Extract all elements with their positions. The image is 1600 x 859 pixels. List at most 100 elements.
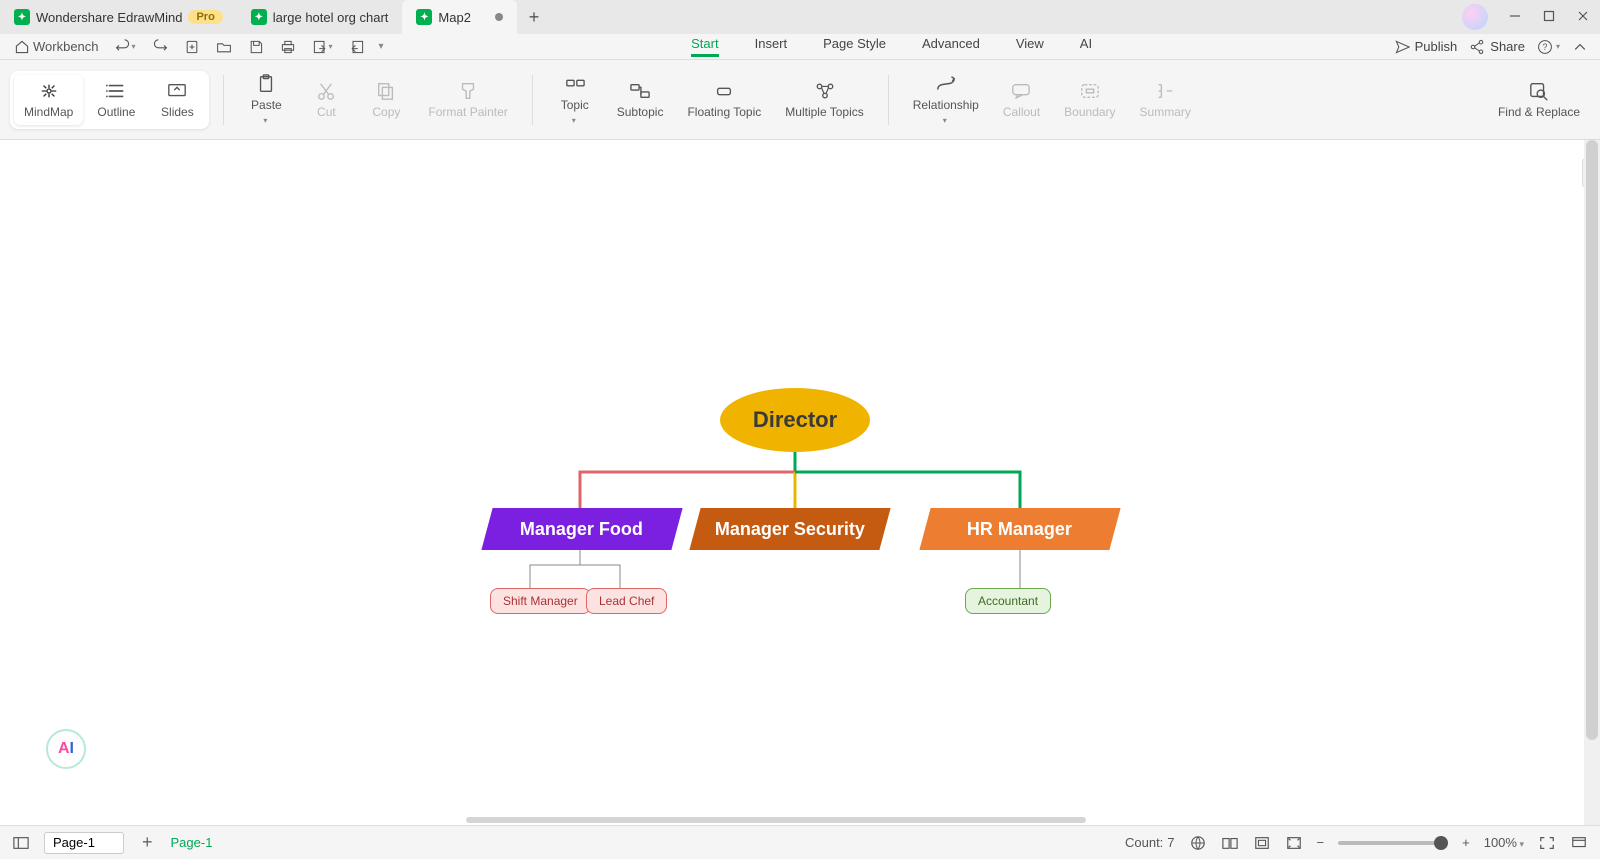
canvas[interactable]: Director Manager Food Manager Security H… <box>0 140 1584 825</box>
chevron-down-icon: ▾ <box>572 116 576 125</box>
subtopic-button[interactable]: Subtopic <box>607 75 674 125</box>
menu-page-style[interactable]: Page Style <box>823 36 886 57</box>
boundary-button[interactable]: Boundary <box>1054 75 1125 125</box>
zoom-slider[interactable] <box>1338 841 1448 845</box>
node-hr-manager[interactable]: HR Manager <box>919 508 1120 550</box>
relationship-button[interactable]: Relationship ▾ <box>903 68 989 131</box>
mode-mindmap[interactable]: MindMap <box>14 75 83 125</box>
zoom-level[interactable]: 100% <box>1484 835 1524 850</box>
share-button[interactable]: Share <box>1469 39 1525 55</box>
maximize-button[interactable] <box>1532 10 1566 25</box>
user-avatar[interactable] <box>1462 4 1488 30</box>
page-tab[interactable]: Page-1 <box>171 835 213 850</box>
print-button[interactable] <box>274 39 302 55</box>
menu-bar: Workbench ▾ ▾ ▾ Start Insert Page Style … <box>0 34 1600 60</box>
btn-label: Summary <box>1140 105 1191 119</box>
close-button[interactable] <box>1566 10 1600 25</box>
summary-button[interactable]: Summary <box>1130 75 1201 125</box>
btn-label: Format Painter <box>428 105 507 119</box>
menu-advanced[interactable]: Advanced <box>922 36 980 57</box>
node-label: Lead Chef <box>599 594 654 608</box>
scrollbar-thumb[interactable] <box>1586 140 1598 740</box>
publish-button[interactable]: Publish <box>1394 39 1458 55</box>
save-button[interactable] <box>242 39 270 55</box>
import-button[interactable] <box>343 39 371 55</box>
undo-button[interactable]: ▾ <box>109 39 142 55</box>
node-shift-manager[interactable]: Shift Manager <box>490 588 591 614</box>
menu-view[interactable]: View <box>1016 36 1044 57</box>
print-icon <box>280 39 296 55</box>
tab-label: Map2 <box>438 10 471 25</box>
new-file-button[interactable] <box>178 39 206 55</box>
floating-topic-icon <box>713 81 735 101</box>
slider-knob[interactable] <box>1434 836 1448 850</box>
multiple-topics-icon <box>814 81 836 101</box>
page-selector[interactable]: Page-1 <box>44 832 124 854</box>
mode-outline[interactable]: Outline <box>87 75 145 125</box>
callout-icon <box>1010 81 1032 101</box>
export-icon <box>312 39 328 55</box>
zoom-in-button[interactable]: + <box>1462 835 1470 850</box>
vertical-scrollbar[interactable] <box>1584 140 1600 825</box>
subtopic-icon <box>629 81 651 101</box>
node-label: Shift Manager <box>503 594 578 608</box>
document-tab[interactable]: ✦ large hotel org chart <box>237 0 403 34</box>
page-panel-icon[interactable] <box>12 835 30 851</box>
present-icon[interactable] <box>1570 835 1588 851</box>
page-mode-icon[interactable] <box>1253 835 1271 851</box>
help-button[interactable]: ? ▾ <box>1537 39 1560 55</box>
open-file-button[interactable] <box>210 39 238 55</box>
app-logo-icon: ✦ <box>14 9 30 25</box>
chevron-down-icon: ▾ <box>263 116 267 125</box>
language-icon[interactable] <box>1189 835 1207 851</box>
node-manager-food[interactable]: Manager Food <box>481 508 682 550</box>
svg-text:?: ? <box>1543 42 1548 52</box>
mode-slides[interactable]: Slides <box>149 75 205 125</box>
tab-label: large hotel org chart <box>273 10 389 25</box>
chevron-up-icon <box>1572 39 1588 55</box>
zoom-out-button[interactable]: − <box>1317 835 1325 850</box>
callout-button[interactable]: Callout <box>993 75 1050 125</box>
node-manager-security[interactable]: Manager Security <box>689 508 890 550</box>
menu-right: Publish Share ? ▾ <box>1394 39 1592 55</box>
cut-button[interactable]: Cut <box>298 75 354 125</box>
paste-button[interactable]: Paste ▾ <box>238 68 294 131</box>
import-icon <box>349 39 365 55</box>
node-accountant[interactable]: Accountant <box>965 588 1051 614</box>
btn-label: Callout <box>1003 105 1040 119</box>
new-tab-button[interactable]: + <box>517 7 551 28</box>
ai-assistant-button[interactable]: AI <box>46 729 86 769</box>
document-tab-active[interactable]: ✦ Map2 <box>402 0 517 34</box>
fullscreen-icon[interactable] <box>1538 835 1556 851</box>
export-button[interactable]: ▾ <box>306 39 339 55</box>
menu-start[interactable]: Start <box>691 36 718 57</box>
multiple-topics-button[interactable]: Multiple Topics <box>775 75 873 125</box>
minimize-button[interactable] <box>1498 10 1532 25</box>
workbench-button[interactable]: Workbench <box>8 39 105 55</box>
format-painter-button[interactable]: Format Painter <box>418 75 517 125</box>
copy-icon <box>375 81 397 101</box>
btn-label: Floating Topic <box>687 105 761 119</box>
node-label: HR Manager <box>967 519 1072 540</box>
read-mode-icon[interactable] <box>1221 835 1239 851</box>
scrollbar-thumb[interactable] <box>466 817 1086 823</box>
qat-more-button[interactable]: ▾ <box>375 41 390 52</box>
node-director[interactable]: Director <box>720 388 870 452</box>
find-replace-button[interactable]: Find & Replace <box>1488 75 1590 125</box>
btn-label: Relationship <box>913 98 979 112</box>
horizontal-scrollbar[interactable] <box>0 815 1584 825</box>
node-lead-chef[interactable]: Lead Chef <box>586 588 667 614</box>
menu-ai[interactable]: AI <box>1080 36 1092 57</box>
share-icon <box>1469 39 1485 55</box>
btn-label: Multiple Topics <box>785 105 863 119</box>
chevron-down-icon: ▾ <box>943 116 947 125</box>
floating-topic-button[interactable]: Floating Topic <box>677 75 771 125</box>
copy-button[interactable]: Copy <box>358 75 414 125</box>
fit-page-icon[interactable] <box>1285 835 1303 851</box>
redo-button[interactable] <box>146 39 174 55</box>
add-page-button[interactable]: + <box>138 832 157 853</box>
node-label: Manager Food <box>520 519 643 540</box>
topic-button[interactable]: Topic ▾ <box>547 68 603 131</box>
menu-insert[interactable]: Insert <box>755 36 788 57</box>
collapse-ribbon-button[interactable] <box>1572 39 1588 55</box>
